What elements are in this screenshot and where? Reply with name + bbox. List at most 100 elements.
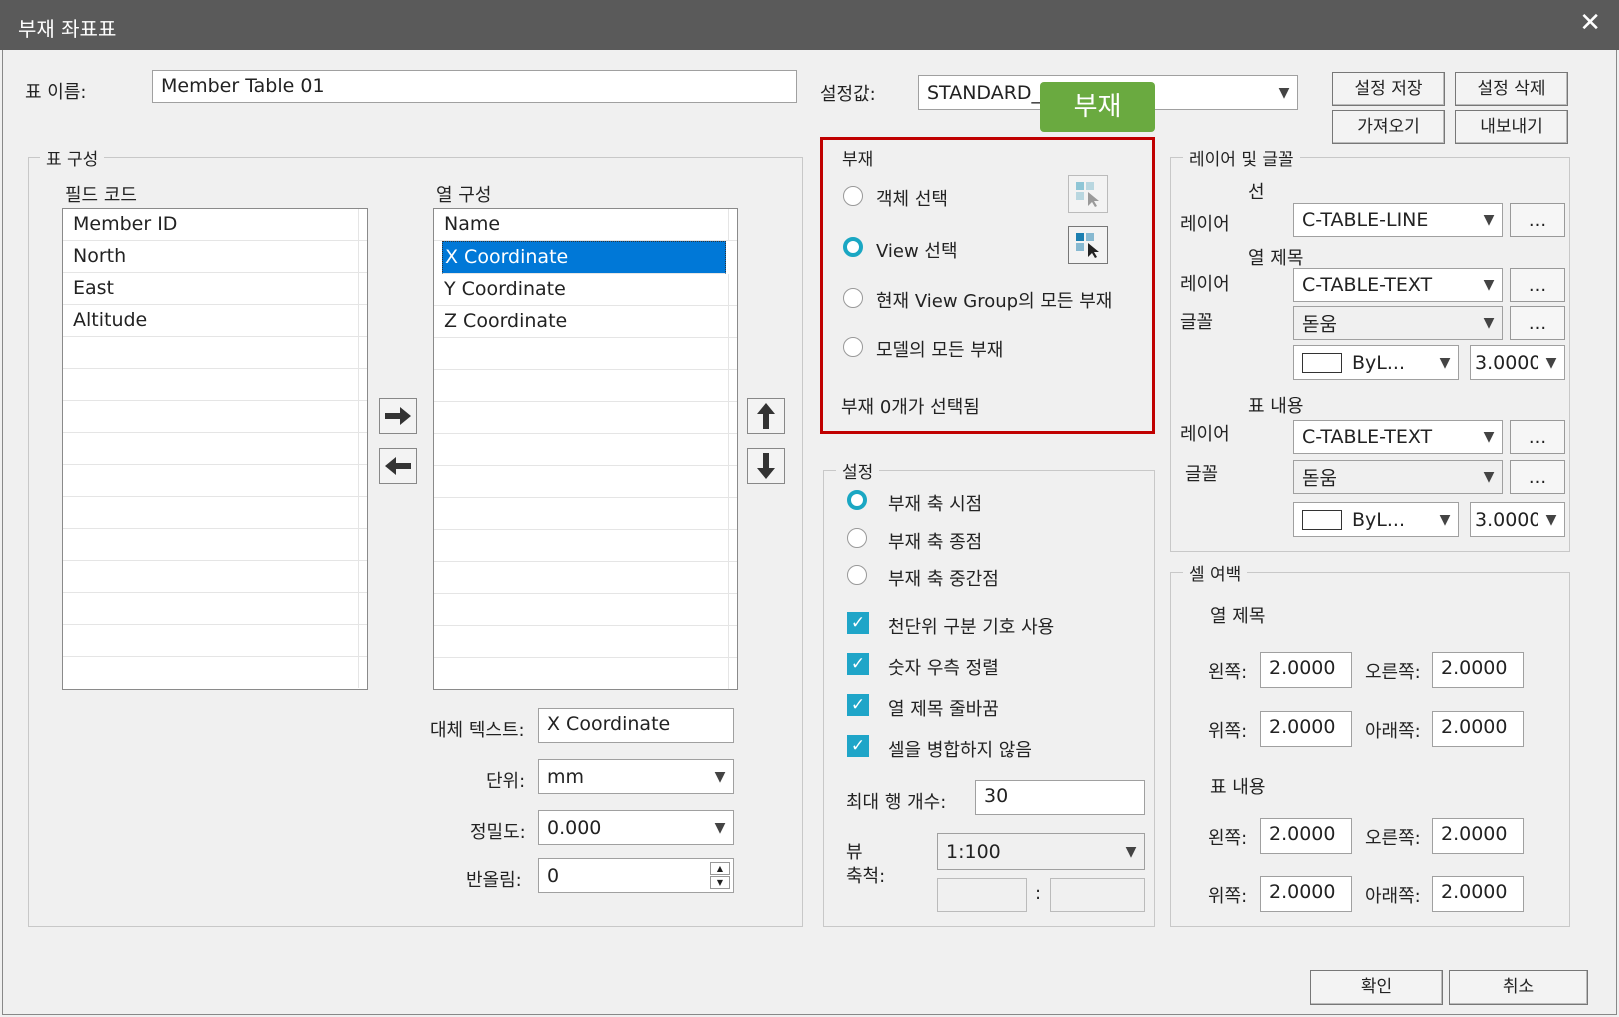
content-font-label: 글꼴 (1185, 464, 1219, 485)
col-font-select[interactable]: 돋움 ▼ (1293, 306, 1503, 340)
line-layer-more-button[interactable]: ... (1510, 203, 1565, 237)
content-layer-label: 레이어 (1180, 424, 1230, 445)
scale-numerator-input[interactable] (937, 878, 1027, 912)
cancel-button[interactable]: 취소 (1449, 970, 1588, 1005)
content-color-select[interactable]: ByL... ▼ (1293, 502, 1459, 537)
radio-axis-mid[interactable] (847, 565, 867, 585)
preset-label: 설정값: (820, 84, 876, 105)
list-item[interactable]: Member ID (63, 209, 367, 241)
thousands-checkbox[interactable]: ✓ (847, 612, 869, 634)
content-layer-select[interactable]: C-TABLE-TEXT ▼ (1293, 420, 1503, 454)
col-layer-more-button[interactable]: ... (1510, 268, 1565, 302)
col-layer-select[interactable]: C-TABLE-TEXT ▼ (1293, 268, 1503, 302)
align-right-checkbox[interactable]: ✓ (847, 653, 869, 675)
c-right-input[interactable]: 2.0000 (1432, 818, 1524, 854)
opt-start-label: 부재 축 시점 (888, 494, 983, 515)
line-layer-label: 레이어 (1180, 214, 1230, 235)
line-layer-select[interactable]: C-TABLE-LINE ▼ (1293, 203, 1503, 237)
alt-text-input[interactable]: X Coordinate (538, 708, 734, 743)
import-button[interactable]: 가져오기 (1332, 110, 1445, 144)
scale-label-2: 축척: (846, 866, 886, 887)
title-bar: 부재 좌표표 ✕ (0, 0, 1619, 50)
rounding-stepper[interactable]: 0 ▲ ▼ (538, 858, 734, 893)
h-left-input[interactable]: 2.0000 (1260, 652, 1352, 688)
col-title-header: 열 제목 (1248, 248, 1304, 269)
c-left-input[interactable]: 2.0000 (1260, 818, 1352, 854)
wrap-checkbox[interactable]: ✓ (847, 694, 869, 716)
content-font-more-button[interactable]: ... (1510, 460, 1565, 494)
selection-status: 부재 0개가 선택됨 (841, 397, 980, 418)
chevron-down-icon: ▼ (1483, 277, 1495, 293)
radio-view-select[interactable] (843, 237, 863, 257)
pick-view-button[interactable] (1068, 226, 1108, 264)
scale-select[interactable]: 1:100 ▼ (937, 833, 1145, 870)
content-font-select[interactable]: 돋움 ▼ (1293, 460, 1503, 494)
list-item[interactable]: East (63, 273, 367, 305)
arrow-down-icon (757, 453, 775, 479)
pick-icon (1076, 233, 1099, 258)
arrow-left-icon (385, 457, 411, 475)
list-item[interactable]: Name (434, 209, 737, 241)
unit-select[interactable]: mm ▼ (538, 759, 734, 794)
radio-object-select[interactable] (843, 186, 863, 206)
col-font-more-button[interactable]: ... (1510, 306, 1565, 340)
export-button[interactable]: 내보내기 (1455, 110, 1568, 144)
delete-preset-button[interactable]: 설정 삭제 (1455, 72, 1568, 106)
column-list[interactable]: Name X Coordinate Y Coordinate Z Coordin… (433, 208, 738, 690)
scale-denominator-input[interactable] (1050, 878, 1145, 912)
chevron-down-icon: ▼ (1538, 346, 1564, 379)
color-swatch (1302, 510, 1342, 530)
unit-label: 단위: (486, 771, 526, 792)
c-right-label: 오른쪽: (1365, 828, 1421, 849)
list-item[interactable]: Altitude (63, 305, 367, 337)
ok-button[interactable]: 확인 (1310, 970, 1443, 1005)
col-size-select[interactable]: 3.0000 ▼ (1470, 345, 1565, 380)
c-bottom-input[interactable]: 2.0000 (1432, 876, 1524, 912)
content-size-select[interactable]: 3.0000 ▼ (1470, 502, 1565, 537)
add-column-button[interactable] (379, 398, 417, 434)
no-merge-checkbox[interactable]: ✓ (847, 735, 869, 757)
h-bottom-input[interactable]: 2.0000 (1432, 711, 1524, 747)
c-top-input[interactable]: 2.0000 (1260, 876, 1352, 912)
arrow-right-icon (385, 407, 411, 425)
h-right-input[interactable]: 2.0000 (1432, 652, 1524, 688)
pick-object-button[interactable] (1068, 175, 1108, 213)
rounding-value: 0 (547, 864, 560, 887)
align-right-label: 숫자 우측 정렬 (888, 658, 999, 679)
remove-column-button[interactable] (379, 448, 417, 484)
chevron-down-icon: ▼ (1483, 212, 1495, 228)
unit-value: mm (547, 765, 585, 788)
close-icon[interactable]: ✕ (1579, 8, 1601, 38)
content-layer-more-button[interactable]: ... (1510, 420, 1565, 454)
max-rows-input[interactable]: 30 (975, 780, 1145, 815)
h-top-input[interactable]: 2.0000 (1260, 711, 1352, 747)
h-left-label: 왼쪽: (1208, 662, 1248, 683)
col-layer-value: C-TABLE-TEXT (1302, 274, 1433, 296)
scale-sep: : (1035, 883, 1042, 904)
radio-axis-end[interactable] (847, 528, 867, 548)
field-code-label: 필드 코드 (65, 185, 137, 206)
move-down-button[interactable] (747, 448, 785, 484)
move-up-button[interactable] (747, 398, 785, 434)
window-title: 부재 좌표표 (18, 17, 117, 41)
spin-down-icon[interactable]: ▼ (710, 876, 730, 889)
chevron-down-icon: ▼ (714, 819, 726, 836)
spin-up-icon[interactable]: ▲ (710, 862, 730, 875)
table-name-input[interactable]: Member Table 01 (152, 70, 797, 103)
field-code-list[interactable]: Member ID North East Altitude (62, 208, 368, 690)
list-item-selected[interactable]: X Coordinate (442, 241, 726, 274)
radio-axis-start[interactable] (847, 490, 867, 510)
save-preset-button[interactable]: 설정 저장 (1332, 72, 1445, 106)
radio-view-group[interactable] (843, 288, 863, 308)
h-right-label: 오른쪽: (1365, 662, 1421, 683)
precision-select[interactable]: 0.000 ▼ (538, 810, 734, 845)
list-item[interactable]: Z Coordinate (434, 306, 737, 338)
col-color-select[interactable]: ByL... ▼ (1293, 345, 1459, 380)
list-item[interactable]: North (63, 241, 367, 273)
radio-model-all[interactable] (843, 337, 863, 357)
chevron-down-icon: ▼ (1125, 843, 1137, 860)
list-item[interactable]: Y Coordinate (434, 274, 737, 306)
opt-view-label: View 선택 (876, 241, 958, 262)
chevron-down-icon: ▼ (1538, 503, 1564, 536)
content-color-value: ByL... (1352, 509, 1405, 531)
